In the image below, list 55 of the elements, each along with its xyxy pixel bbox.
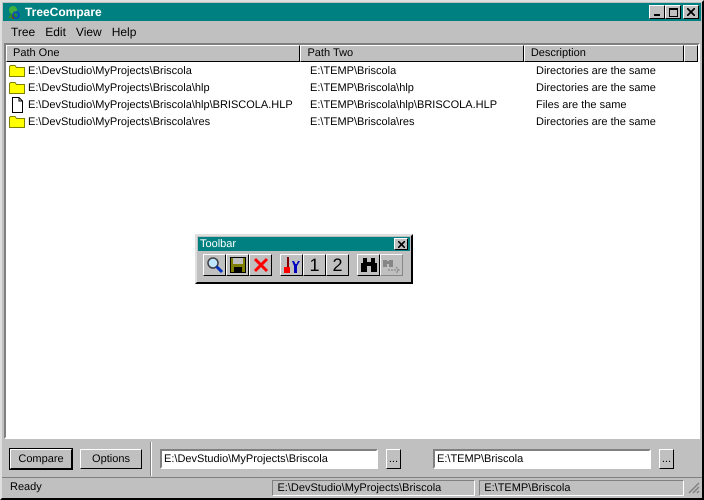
folder-icon <box>9 81 25 94</box>
path-field[interactable]: E:\TEMP\Briscola <box>433 449 651 469</box>
toolbar-button[interactable] <box>357 254 380 276</box>
status-text: Ready <box>9 480 43 495</box>
status-pane: E:\TEMP\Briscola <box>479 480 684 496</box>
menu-item[interactable]: View <box>70 24 107 38</box>
table-cell: E:\TEMP\Briscola\res <box>310 116 415 128</box>
table-cell: E:\DevStudio\MyProjects\Briscola\res <box>28 116 210 128</box>
maximize-icon <box>668 8 678 16</box>
maximize-button[interactable] <box>665 5 681 19</box>
close-button[interactable] <box>394 238 408 250</box>
magnifier-icon <box>206 256 224 274</box>
table-cell: E:\DevStudio\MyProjects\Briscola\hlp <box>28 82 210 94</box>
folder-icon <box>9 64 25 77</box>
menu-item[interactable]: Edit <box>40 24 71 38</box>
toolbar-button[interactable]: 2 <box>326 254 349 276</box>
push-button[interactable]: Options <box>80 449 142 469</box>
column-header[interactable]: Path Two <box>300 45 524 62</box>
table-cell: E:\TEMP\Briscola\hlp\BRISCOLA.HLP <box>310 98 498 110</box>
close-icon <box>687 8 695 16</box>
column-header[interactable]: Path One <box>6 45 300 62</box>
status-pane: E:\DevStudio\MyProjects\Briscola <box>272 480 476 496</box>
table-cell: Directories are the same <box>536 82 656 94</box>
menu-item[interactable]: Help <box>106 24 142 38</box>
push-button[interactable]: Compare <box>10 449 72 469</box>
table-cell: E:\TEMP\Briscola\hlp <box>310 82 414 94</box>
table-cell: Directories are the same <box>536 116 656 128</box>
delete-icon <box>252 257 268 273</box>
close-icon <box>398 240 404 248</box>
browse-button[interactable]: ... <box>386 449 401 469</box>
window-title: TreeCompare <box>25 5 103 19</box>
folder-icon <box>9 115 25 128</box>
close-button[interactable] <box>683 5 699 19</box>
tools-icon <box>282 256 302 274</box>
binoculars-icon <box>360 257 378 273</box>
path-field[interactable]: E:\DevStudio\MyProjects\Briscola <box>160 449 378 469</box>
toolbar-title: Toolbar <box>200 238 236 250</box>
toolbar-button[interactable] <box>203 254 226 276</box>
toolbar-button[interactable] <box>280 254 303 276</box>
save-icon <box>230 257 246 273</box>
table-cell: E:\DevStudio\MyProjects\Briscola <box>28 64 192 76</box>
table-cell: E:\DevStudio\MyProjects\Briscola\hlp\BRISCOLA.HLP <box>28 98 293 110</box>
minimize-button[interactable] <box>649 5 665 19</box>
file-icon <box>9 96 25 112</box>
table-cell: E:\TEMP\Briscola <box>310 64 396 76</box>
toolbar-button[interactable] <box>249 254 272 276</box>
browse-button[interactable]: ... <box>658 449 674 469</box>
toolbar-button[interactable] <box>226 254 249 276</box>
tree-icon <box>5 4 21 20</box>
table-cell: Files are the same <box>536 98 626 110</box>
resize-grip-icon <box>688 482 700 494</box>
menu-item[interactable]: Tree <box>6 24 40 38</box>
table-cell: Directories are the same <box>536 64 656 76</box>
column-header[interactable]: Description <box>524 45 684 62</box>
toolbar-button[interactable]: 1 <box>303 254 326 276</box>
